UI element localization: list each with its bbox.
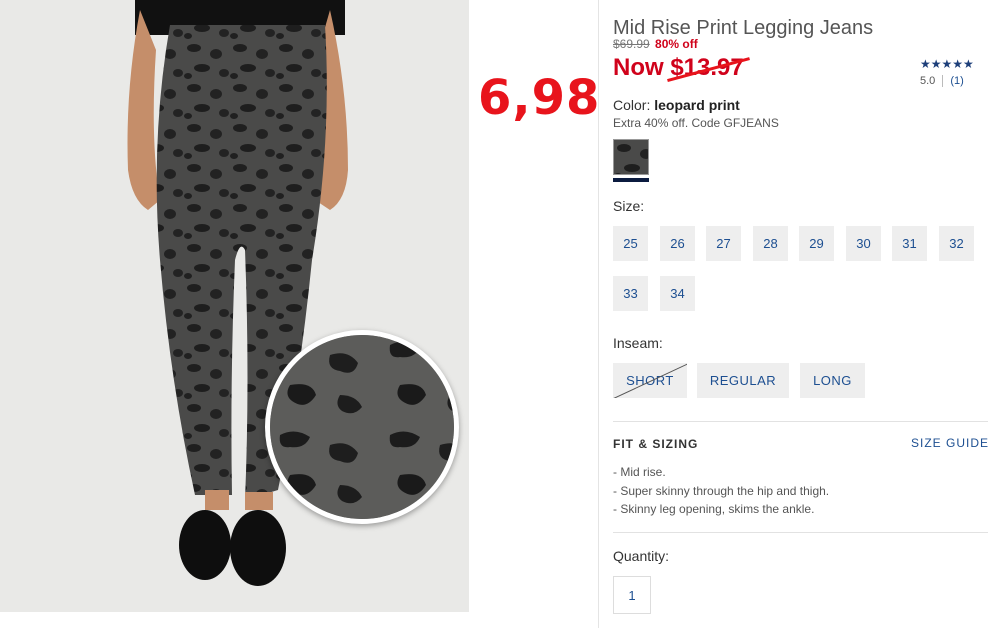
size-option[interactable]: 32 [939,226,974,261]
selected-swatch-indicator [613,178,649,182]
rating-score: 5.0 [920,75,936,87]
fit-sizing-heading: FIT & SIZING [613,437,699,451]
column-divider [598,0,599,628]
sale-price-value: $13.97 [670,54,744,81]
color-label: Color: leopard print [613,97,740,113]
size-option[interactable]: 26 [660,226,695,261]
rating-meta: 5.0 (1) [920,75,982,87]
quantity-input[interactable]: 1 [613,576,651,614]
product-image[interactable] [0,0,469,612]
color-swatch-leopard[interactable] [613,139,649,175]
color-label-text: Color: [613,97,655,113]
section-divider [613,421,988,422]
size-option[interactable]: 27 [706,226,741,261]
star-rating-icon: ★★★★★ [920,57,974,71]
size-guide-link[interactable]: SIZE GUIDE [911,436,989,450]
discount-badge: 80% off [655,37,698,51]
inseam-option-long[interactable]: LONG [800,363,865,398]
inseam-option-short[interactable]: SHORT [613,363,687,398]
size-option[interactable]: 31 [892,226,927,261]
model-illustration [127,0,348,586]
size-option[interactable]: 25 [613,226,648,261]
fabric-zoom-circle [265,330,459,524]
original-price: $69.99 [613,37,650,51]
list-item: - Mid rise. [613,465,666,479]
rating-block[interactable]: ★★★★★ 5.0 (1) [920,57,982,87]
promo-text: Extra 40% off. Code GFJEANS [613,116,779,130]
size-option[interactable]: 33 [613,276,648,311]
inseam-option-regular[interactable]: REGULAR [697,363,789,398]
size-option[interactable]: 30 [846,226,881,261]
original-price-row: $69.99 80% off [613,37,698,51]
list-item: - Skinny leg opening, skims the ankle. [613,502,815,516]
size-option[interactable]: 34 [660,276,695,311]
color-value: leopard print [654,97,740,113]
list-item: - Super skinny through the hip and thigh… [613,483,830,498]
sale-price: Now $13.97 [613,54,744,82]
fit-details-list: - Mid rise. - Super skinny through the h… [613,463,829,519]
price-annotation: 6,98 [478,70,601,126]
size-label: Size: [613,198,645,214]
sale-price-prefix: Now [613,54,671,81]
review-count-link[interactable]: (1) [942,75,964,87]
size-option[interactable]: 28 [753,226,788,261]
section-divider [613,532,988,533]
quantity-label: Quantity: [613,548,670,564]
size-option[interactable]: 29 [799,226,834,261]
inseam-label: Inseam: [613,335,663,351]
